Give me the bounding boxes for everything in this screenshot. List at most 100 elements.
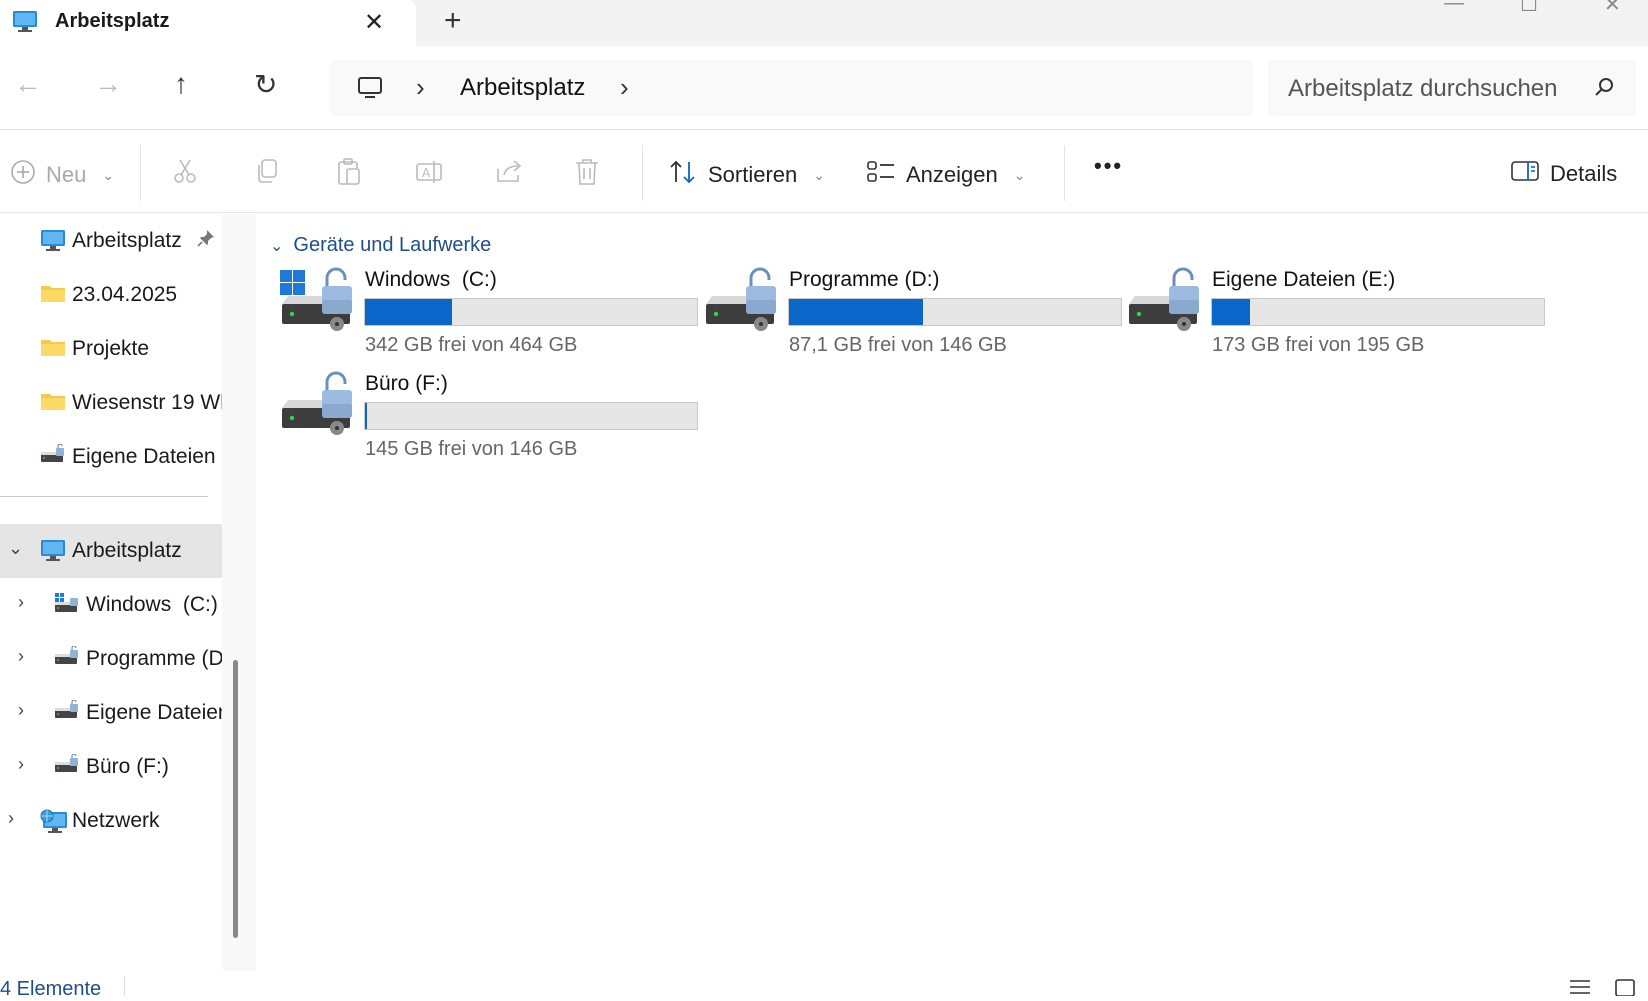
sidebar-scrollbar-track[interactable] <box>222 214 256 970</box>
maximize-button[interactable]: ☐ <box>1520 0 1538 17</box>
drive-name: Büro (F:) <box>365 372 448 395</box>
monitor-icon <box>12 8 38 39</box>
window-close-button[interactable]: ✕ <box>1604 0 1621 17</box>
chevron-down-icon: ⌄ <box>102 166 115 183</box>
tab-title: Arbeitsplatz <box>55 10 170 32</box>
sidebar-tree-netzwerk[interactable]: › Netzwerk <box>0 794 222 848</box>
drive-usage-bar <box>364 402 698 430</box>
breadcrumb-separator[interactable]: › <box>620 72 629 103</box>
sort-button[interactable]: Sortieren ⌄ <box>668 159 825 191</box>
details-label: Details <box>1550 161 1618 186</box>
chevron-right-icon[interactable]: › <box>18 592 24 613</box>
details-pane-icon <box>1510 159 1540 189</box>
pin-icon[interactable] <box>196 228 216 254</box>
drive-usage-bar <box>788 298 1122 326</box>
sidebar-item-23-04-2025[interactable]: 23.04.2025 <box>0 268 222 322</box>
chevron-down-icon: ⌄ <box>270 237 284 255</box>
sort-arrows-icon <box>668 159 698 191</box>
windows-drive-icon <box>54 592 82 622</box>
close-tab-button[interactable]: ✕ <box>364 8 384 37</box>
rename-icon[interactable]: A <box>414 157 444 192</box>
sort-label: Sortieren <box>708 162 798 187</box>
drive-free-space: 173 GB frei von 195 GB <box>1212 334 1425 356</box>
new-button[interactable]: Neu ⌄ <box>10 159 114 191</box>
breadcrumb-arbeitsplatz[interactable]: Arbeitsplatz <box>460 74 585 102</box>
cut-icon[interactable] <box>172 157 198 190</box>
tab-arbeitsplatz[interactable]: Arbeitsplatz ✕ <box>0 0 416 46</box>
sidebar-tree-buero-f[interactable]: › Büro (F:) <box>0 740 222 794</box>
drive-usage-bar <box>364 298 698 326</box>
new-label: Neu <box>46 162 87 187</box>
drive-free-space: 145 GB frei von 146 GB <box>365 438 578 460</box>
sidebar-separator <box>0 496 208 497</box>
divider <box>140 145 141 201</box>
drive-usage-bar <box>1211 298 1545 326</box>
drive-tile-buero-f[interactable]: Büro (F:) 145 GB frei von 146 GB <box>278 370 698 470</box>
search-box[interactable]: Arbeitsplatz durchsuchen <box>1268 60 1636 116</box>
drive-name: Programme (D:) <box>789 268 940 291</box>
chevron-right-icon[interactable]: › <box>18 700 24 721</box>
sidebar-item-label: Wiesenstr 19 Wh <box>72 391 222 414</box>
monitor-icon <box>40 538 66 568</box>
details-button[interactable]: Details <box>1510 159 1617 189</box>
drive-icon <box>54 753 82 782</box>
drive-icon <box>702 266 782 337</box>
chevron-right-icon[interactable]: › <box>18 754 24 775</box>
copy-icon[interactable] <box>254 157 280 190</box>
network-icon <box>40 808 68 840</box>
drive-icon <box>40 443 68 472</box>
folder-icon <box>40 390 66 418</box>
sidebar-item-wiesenstr[interactable]: Wiesenstr 19 Wh <box>0 376 222 430</box>
forward-button[interactable]: → <box>94 68 122 100</box>
breadcrumb-separator[interactable]: › <box>416 72 425 103</box>
drive-usage-fill <box>789 299 923 325</box>
drive-icon <box>54 645 82 674</box>
view-button[interactable]: Anzeigen ⌄ <box>866 159 1025 191</box>
drive-free-space: 342 GB frei von 464 GB <box>365 334 578 356</box>
chevron-down-icon: ⌄ <box>813 166 826 183</box>
new-tab-button[interactable]: + <box>444 4 462 38</box>
refresh-button[interactable]: ↻ <box>254 68 277 101</box>
drive-tile-eigene-dateien-e[interactable]: Eigene Dateien (E:) 173 GB frei von 195 G… <box>1125 266 1545 366</box>
drive-tile-programme-d[interactable]: Programme (D:) 87,1 GB frei von 146 GB <box>702 266 1122 366</box>
back-button[interactable]: ← <box>14 68 42 100</box>
delete-icon[interactable] <box>574 157 600 192</box>
monitor-outline-icon <box>356 74 384 107</box>
item-count: 4 Elemente <box>0 978 102 1000</box>
sidebar-tree-arbeitsplatz[interactable]: ⌄ Arbeitsplatz <box>0 524 222 578</box>
paste-icon[interactable] <box>336 157 362 192</box>
drive-free-space: 87,1 GB frei von 146 GB <box>789 334 1007 356</box>
navigation-pane: Arbeitsplatz 23.04.2025 Projekte Wiesens… <box>0 214 222 970</box>
sidebar-item-label: Büro (F:) <box>86 755 169 778</box>
chevron-down-icon[interactable]: ⌄ <box>8 538 23 559</box>
sidebar-item-eigene-dateien[interactable]: Eigene Dateien ( <box>0 430 222 484</box>
up-button[interactable]: ↑ <box>174 68 188 100</box>
tiles-view-icon[interactable] <box>1614 978 1636 1001</box>
more-options-button[interactable]: ••• <box>1094 153 1123 179</box>
details-view-icon[interactable] <box>1568 978 1592 1001</box>
status-bar: 4 Elemente <box>0 970 1648 1000</box>
drive-usage-fill <box>365 403 368 429</box>
group-header-devices[interactable]: ⌄ Geräte und Laufwerke <box>270 234 491 257</box>
share-icon[interactable] <box>494 157 524 192</box>
drive-tile-windows-c[interactable]: Windows (C:) 342 GB frei von 464 GB <box>278 266 698 366</box>
minimize-button[interactable]: — <box>1444 0 1464 15</box>
search-input[interactable]: Arbeitsplatz durchsuchen <box>1288 75 1557 103</box>
drive-usage-fill <box>1212 299 1250 325</box>
plus-circle-icon <box>10 159 36 191</box>
chevron-down-icon: ⌄ <box>1013 166 1026 183</box>
content-pane: ⌄ Geräte und Laufwerke Windows (C:) 342 G… <box>256 214 1648 970</box>
address-bar[interactable]: › Arbeitsplatz › <box>330 60 1253 116</box>
sidebar-item-projekte[interactable]: Projekte <box>0 322 222 376</box>
sidebar-tree-programme-d[interactable]: › Programme (D <box>0 632 222 686</box>
sidebar-tree-eigene-dateien[interactable]: › Eigene Dateien <box>0 686 222 740</box>
chevron-right-icon[interactable]: › <box>18 646 24 667</box>
svg-text:A: A <box>422 166 431 180</box>
chevron-right-icon[interactable]: › <box>8 808 14 829</box>
sidebar-item-label: Arbeitsplatz <box>72 229 182 252</box>
sidebar-tree-windows-c[interactable]: › Windows (C:) <box>0 578 222 632</box>
sidebar-scrollbar-thumb[interactable] <box>233 660 238 938</box>
sidebar-item-label: Windows (C:) <box>86 593 218 616</box>
sidebar-item-arbeitsplatz[interactable]: Arbeitsplatz <box>0 214 222 268</box>
sidebar-item-label: Netzwerk <box>72 809 160 832</box>
